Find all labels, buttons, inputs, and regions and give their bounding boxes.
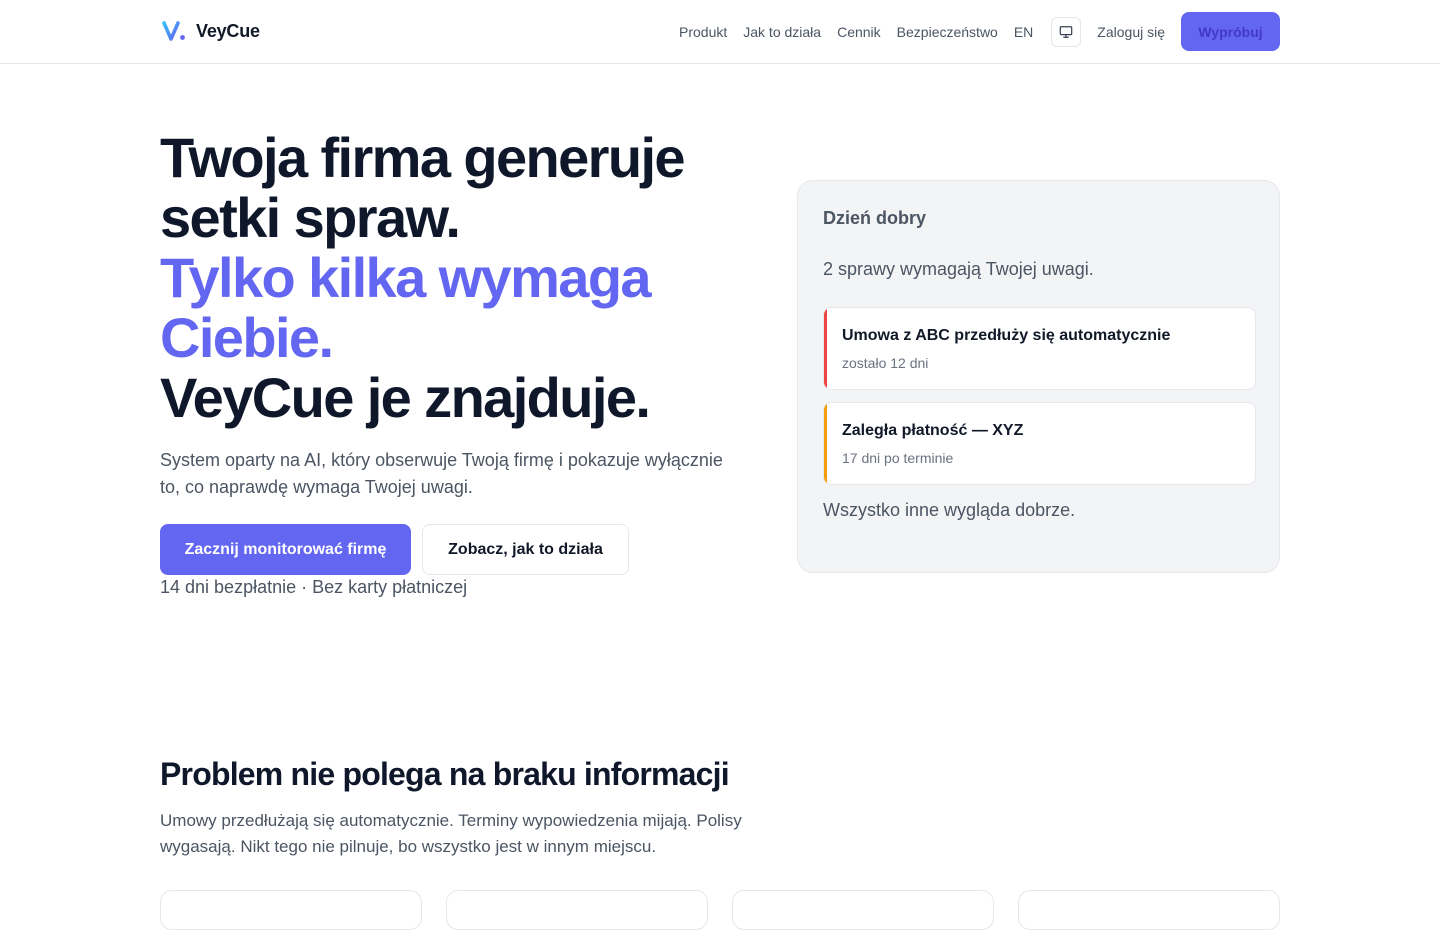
card-greeting: Dzień dobry bbox=[823, 208, 927, 228]
card-footer-text: Wszystko inne wygląda dobrze. bbox=[823, 500, 1076, 520]
nav-link-bezpieczenstwo[interactable]: Bezpieczeństwo bbox=[897, 24, 998, 40]
card-issue-count: 2 sprawy wymagają Twojej uwagi. bbox=[823, 259, 1094, 279]
nav-link-cennik[interactable]: Cennik bbox=[837, 24, 881, 40]
start-monitoring-button[interactable]: Zacznij monitorować firmę bbox=[160, 524, 411, 575]
trial-note: 14 dni bezpłatnie · Bez karty płatniczej bbox=[160, 577, 468, 597]
issue-item[interactable]: Zaległa płatność — XYZ 17 dni po termini… bbox=[823, 402, 1256, 485]
issue-title: Zaległa płatność — XYZ bbox=[842, 422, 1024, 439]
issue-meta: zostało 12 dni bbox=[842, 355, 929, 371]
hero-subtitle: System oparty na AI, który obserwuje Two… bbox=[160, 450, 723, 497]
problem-tile bbox=[1018, 890, 1280, 930]
brand-name: VeyCue bbox=[196, 20, 260, 41]
see-how-it-works-button[interactable]: Zobacz, jak to działa bbox=[422, 524, 629, 575]
monitor-icon bbox=[1059, 25, 1073, 38]
hero-title-line: Twoja firma generuje bbox=[160, 126, 686, 189]
issue-severity-bar bbox=[824, 308, 827, 389]
issue-meta: 17 dni po terminie bbox=[842, 450, 954, 466]
theme-toggle-button[interactable] bbox=[1051, 16, 1082, 47]
try-button[interactable]: Wypróbuj bbox=[1181, 12, 1280, 51]
issue-severity-bar bbox=[824, 403, 827, 484]
nav-link-jak-to-dziala[interactable]: Jak to działa bbox=[743, 24, 821, 40]
hero-title-accent-line: Ciebie. bbox=[160, 306, 334, 369]
login-link[interactable]: Zaloguj się bbox=[1097, 24, 1165, 40]
v-check-logo-icon bbox=[162, 21, 185, 41]
language-switch[interactable]: EN bbox=[1014, 24, 1033, 40]
hero-title: Twoja firma generuje setki spraw. Tylko … bbox=[160, 128, 780, 428]
issue-title: Umowa z ABC przedłuży się automatycznie bbox=[842, 327, 1171, 344]
hero-title-accent-line: Tylko kilka wymaga bbox=[160, 246, 652, 309]
problem-section-text: Umowy przedłużają się automatycznie. Ter… bbox=[160, 811, 742, 856]
main-nav: Produkt Jak to działa Cennik Bezpieczeńs… bbox=[679, 12, 1280, 51]
top-navbar: VeyCue Produkt Jak to działa Cennik Bezp… bbox=[0, 0, 1440, 64]
brand-logo[interactable]: VeyCue bbox=[162, 18, 260, 44]
problem-tile bbox=[160, 890, 422, 930]
problem-tile bbox=[732, 890, 994, 930]
problem-tile bbox=[446, 890, 708, 930]
attention-summary-card: Dzień dobry 2 sprawy wymagają Twojej uwa… bbox=[797, 180, 1280, 573]
hero-title-line: setki spraw. bbox=[160, 186, 461, 249]
nav-link-produkt[interactable]: Produkt bbox=[679, 24, 727, 40]
problem-tiles bbox=[160, 890, 1280, 930]
hero-title-line: VeyCue je znajduje. bbox=[160, 366, 651, 429]
problem-section-title: Problem nie polega na braku informacji bbox=[160, 756, 730, 792]
issue-item[interactable]: Umowa z ABC przedłuży się automatycznie … bbox=[823, 307, 1256, 390]
